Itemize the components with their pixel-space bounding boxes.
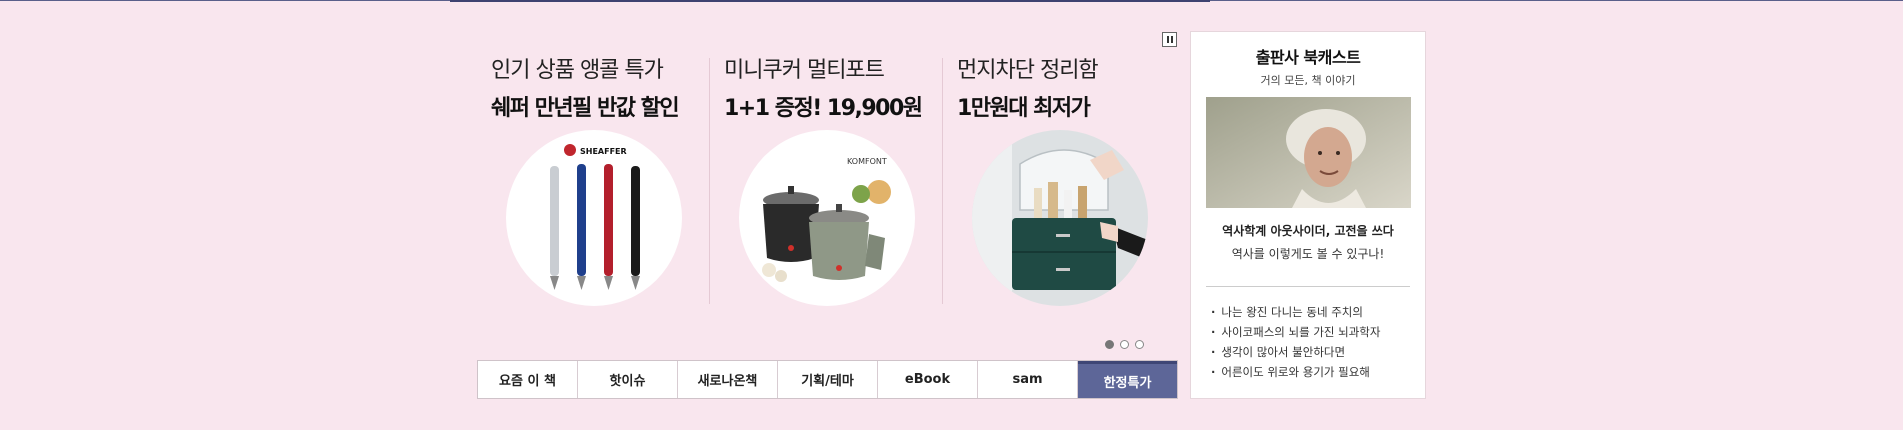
category-tabs: 요즘 이 책 핫이슈 새로나온책 기획/테마 eBook sam 한정특가	[477, 360, 1178, 399]
list-item[interactable]: 나는 왕진 다니는 동네 주치의	[1211, 302, 1380, 322]
pause-icon	[1166, 36, 1169, 43]
promo-card-organizer[interactable]: 먼지차단 정리함 1만원대 최저가	[957, 52, 1187, 312]
brand-logo: SHEAFFER	[580, 147, 627, 156]
tab-trending-books[interactable]: 요즘 이 책	[478, 361, 578, 398]
promo-title: 쉐퍼 만년필 반값 할인	[491, 96, 680, 121]
panel-title[interactable]: 출판사 북캐스트	[1191, 44, 1425, 68]
panel-divider	[1206, 286, 1410, 287]
brand-logo: KOMFONT	[847, 157, 887, 166]
list-item[interactable]: 사이코패스의 뇌를 가진 뇌과학자	[1211, 322, 1380, 342]
promo-subtitle: 인기 상품 앵콜 특가	[491, 58, 664, 83]
list-item[interactable]: 생각이 많아서 불안하다면	[1211, 342, 1380, 362]
promo-subtitle: 먼지차단 정리함	[957, 58, 1099, 83]
promo-card-pens[interactable]: 인기 상품 앵콜 특가 쉐퍼 만년필 반값 할인 SHEAFFER	[491, 52, 721, 312]
promo-subtitle: 미니쿠커 멀티포트	[724, 58, 885, 83]
feature-headline[interactable]: 역사학계 아웃사이더, 고전을 쓰다	[1191, 222, 1425, 239]
bookcast-list: 나는 왕진 다니는 동네 주치의 사이코패스의 뇌를 가진 뇌과학자 생각이 많…	[1211, 302, 1380, 382]
page-dot-1[interactable]	[1105, 340, 1114, 349]
publisher-bookcast-panel: 출판사 북캐스트 거의 모든, 책 이야기 역사학계 아웃사이더, 고전을 쓰다…	[1190, 31, 1426, 399]
promo-divider	[942, 58, 943, 304]
promo-image-multipot[interactable]: KOMFONT	[739, 130, 915, 306]
list-item[interactable]: 어른이도 위로와 용기가 필요해	[1211, 362, 1380, 382]
page-dot-3[interactable]	[1135, 340, 1144, 349]
promo-title: 1만원대 최저가	[957, 96, 1091, 121]
tab-limited-deals[interactable]: 한정특가	[1078, 361, 1177, 398]
carousel-pagination	[1105, 340, 1144, 349]
tab-ebook[interactable]: eBook	[878, 361, 978, 398]
promo-image-pens[interactable]: SHEAFFER	[506, 130, 682, 306]
panel-subtitle: 거의 모든, 책 이야기	[1260, 74, 1356, 87]
page-dot-2[interactable]	[1120, 340, 1129, 349]
tab-sam[interactable]: sam	[978, 361, 1078, 398]
tab-theme[interactable]: 기획/테마	[778, 361, 878, 398]
tab-new-books[interactable]: 새로나온책	[678, 361, 778, 398]
pause-button[interactable]	[1162, 32, 1177, 47]
top-accent-border	[450, 0, 1210, 2]
feature-description: 역사를 이렇게도 볼 수 있구나!	[1231, 247, 1385, 261]
feature-author-photo[interactable]	[1206, 97, 1411, 208]
tab-hot-issue[interactable]: 핫이슈	[578, 361, 678, 398]
promo-title: 1+1 증정! 19,900원	[724, 96, 923, 121]
promo-image-organizer[interactable]	[972, 130, 1148, 306]
promo-divider	[709, 58, 710, 304]
promo-card-multipot[interactable]: 미니쿠커 멀티포트 1+1 증정! 19,900원 KOMFONT	[724, 52, 954, 312]
